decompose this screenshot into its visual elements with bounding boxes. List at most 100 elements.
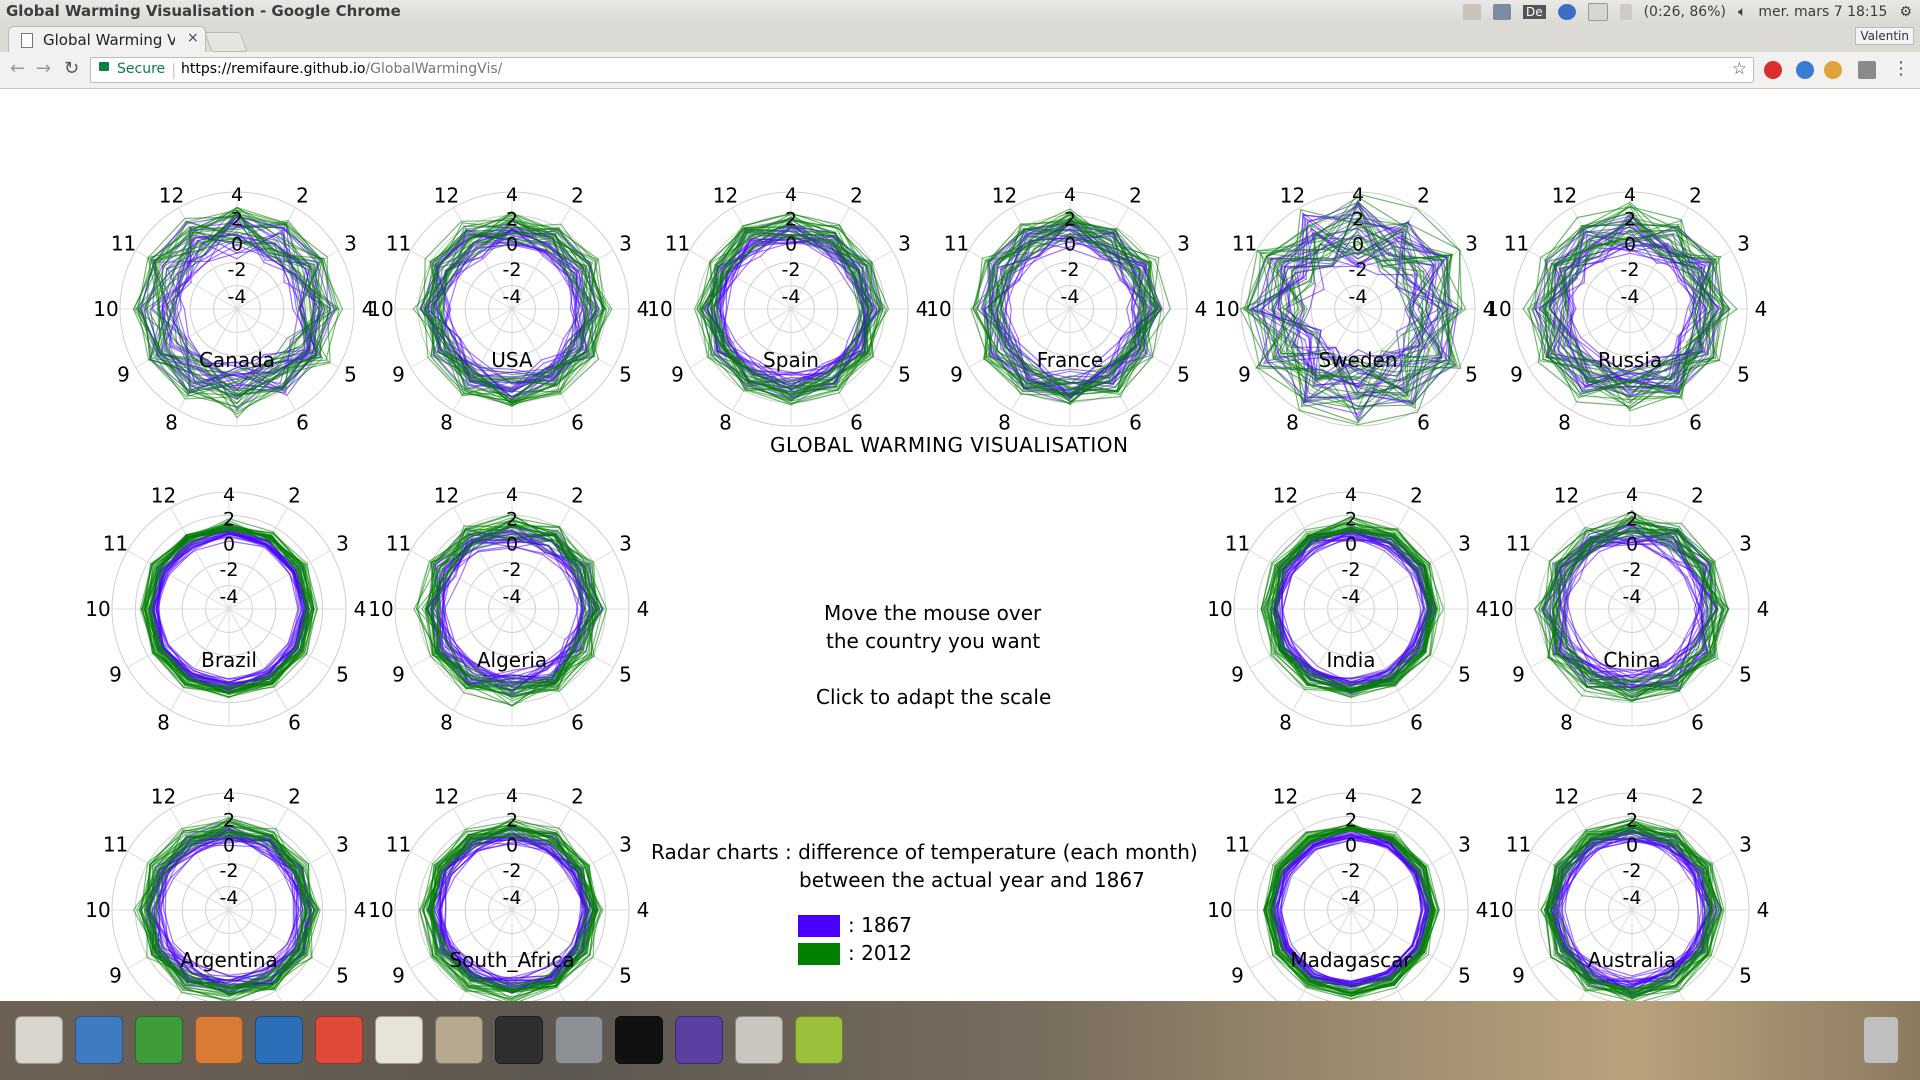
radar-ring-label: -4 — [1349, 286, 1368, 308]
radar-axis-label: 4 — [354, 898, 367, 922]
radar-canada[interactable]: 2345689101112 420-2-4Canada — [93, 184, 374, 435]
radar-ring-label: -2 — [1349, 259, 1368, 281]
radar-south-africa[interactable]: 2345689101112420-2-4South_Africa — [368, 785, 649, 1001]
radar-axis-label: 6 — [1410, 710, 1423, 734]
radar-axis-label: 5 — [344, 363, 357, 387]
radar-ring-label: -2 — [1061, 259, 1080, 281]
cast-icon[interactable] — [1858, 61, 1876, 79]
thunderbird-icon[interactable] — [248, 1009, 310, 1071]
texmaker-icon[interactable] — [668, 1009, 730, 1071]
radar-axis-label: 6 — [1417, 410, 1430, 434]
radar-russia[interactable]: 2345689101112 420-2-4Russia — [1486, 184, 1767, 435]
radar-brazil[interactable]: 2345689101112 420-2-4Brazil — [85, 484, 366, 735]
keyboard-icon[interactable] — [1462, 4, 1481, 20]
radar-axis-label: 3 — [1739, 833, 1752, 857]
back-icon[interactable]: ← — [10, 58, 25, 79]
radar-axis-label: 10 — [1207, 898, 1232, 922]
language-indicator[interactable]: De — [1522, 5, 1546, 19]
window-title: Global Warming Visualisation - Google Ch… — [6, 2, 401, 20]
reload-icon[interactable]: ↻ — [64, 58, 79, 79]
radar-ring-label: 0 — [506, 533, 518, 555]
radar-sweden[interactable]: 2345689101112 420-2-4Sweden — [1214, 184, 1495, 435]
profile-button[interactable]: Valentin — [1855, 27, 1914, 45]
radar-india[interactable]: 2345689101112 420-2-4India — [1207, 484, 1488, 735]
radar-axis-label: 8 — [165, 410, 178, 434]
volume-icon[interactable]: 🔈︎ — [1738, 4, 1746, 20]
libreoffice-draw-icon[interactable] — [188, 1009, 250, 1071]
radar-axis-label: 2 — [1410, 785, 1423, 809]
radar-axis-label: 8 — [1558, 410, 1571, 434]
chrome-menu-icon[interactable]: ⋮ — [1892, 58, 1910, 79]
radar-ring-label: 4 — [1345, 785, 1357, 807]
libreoffice-impress-icon[interactable] — [68, 1009, 130, 1071]
radar-madagascar[interactable]: 2345689101112420-2-4Madagascar — [1207, 785, 1488, 1001]
radar-axis-label: 6 — [571, 410, 584, 434]
radar-axis-label: 11 — [1225, 532, 1250, 556]
radar-china[interactable]: 2345689101112 420-2-4China — [1488, 484, 1769, 735]
radar-ring-label: 4 — [223, 484, 235, 506]
pycharm-icon[interactable] — [608, 1009, 670, 1071]
settings-icon[interactable] — [548, 1009, 610, 1071]
radar-axis-label: 8 — [157, 710, 170, 734]
settings-gear-icon[interactable]: ⚙︎ — [1899, 4, 1912, 20]
files-icon[interactable] — [428, 1009, 490, 1071]
radar-axis-label: 9 — [1512, 663, 1525, 687]
radar-axis-label: 8 — [440, 710, 453, 734]
radar-argentina[interactable]: 2345689101112420-2-4Argentina — [85, 785, 366, 1001]
radar-ring-label: 0 — [1345, 834, 1357, 856]
close-tab-icon[interactable]: × — [187, 30, 199, 46]
radar-axis-label: 2 — [850, 184, 863, 208]
instruction-line1: Move the mouse over — [824, 601, 1042, 625]
adblock-icon[interactable] — [1764, 61, 1782, 79]
radar-axis-label: 10 — [368, 898, 393, 922]
tab-global-warming[interactable]: Global Warming Vis × — [8, 26, 206, 53]
extension-icon[interactable] — [1824, 61, 1842, 79]
image-viewer-icon[interactable] — [788, 1009, 850, 1071]
address-bar[interactable]: Secure | https://remifaure.github.io/Glo… — [90, 57, 1754, 83]
url-text[interactable]: https://remifaure.github.io/GlobalWarmin… — [181, 61, 502, 77]
bookmark-star-icon[interactable]: ☆ — [1732, 59, 1747, 79]
extension-badge-icon[interactable] — [1796, 61, 1814, 79]
battery-status[interactable]: (0:26, 86%) — [1644, 4, 1726, 20]
new-tab-button[interactable] — [204, 32, 248, 52]
terminal-icon[interactable] — [488, 1009, 550, 1071]
radar-axis-label: 5 — [619, 363, 632, 387]
radar-ring-label: -2 — [1623, 559, 1642, 581]
forward-icon[interactable]: → — [36, 58, 51, 79]
radar-ring-label: 2 — [506, 810, 518, 832]
secure-label: Secure — [117, 61, 166, 77]
radar-axis-label: 5 — [1458, 964, 1471, 988]
url-separator: | — [171, 60, 177, 79]
radar-ring-label: -2 — [503, 559, 522, 581]
radar-ring-label: 4 — [506, 785, 518, 807]
battery-icon[interactable] — [1619, 4, 1632, 20]
country-label: Madagascar — [1290, 948, 1412, 972]
ubuntu-dash-icon[interactable] — [8, 1009, 70, 1071]
search-tool-icon[interactable] — [1492, 4, 1511, 20]
radar-axis-label: 3 — [1177, 232, 1190, 256]
radar-spain[interactable]: 2345689101112 420-2-4Spain — [647, 184, 928, 435]
radar-france[interactable]: 2345689101112 420-2-4France — [926, 184, 1207, 435]
legend-label-2012: : 2012 — [848, 941, 912, 965]
mail-icon[interactable] — [1587, 3, 1608, 21]
radar-algeria[interactable]: 2345689101112 420-2-4Algeria — [368, 484, 649, 735]
text-editor-icon[interactable] — [368, 1009, 430, 1071]
radar-ring-label: 2 — [785, 209, 797, 231]
chrome-icon[interactable] — [308, 1009, 370, 1071]
radar-ring-label: -2 — [220, 860, 239, 882]
archive-icon[interactable] — [728, 1009, 790, 1071]
country-label: USA — [491, 348, 533, 372]
radar-ring-label: -2 — [1621, 259, 1640, 281]
radar-ring-label: 4 — [1624, 184, 1636, 206]
radar-axis-label: 5 — [898, 363, 911, 387]
skype-icon[interactable] — [1557, 4, 1576, 20]
libreoffice-calc-icon[interactable] — [128, 1009, 190, 1071]
radar-axis-label: 11 — [1225, 833, 1250, 857]
radar-axis-label: 10 — [1488, 898, 1513, 922]
radar-australia[interactable]: 2345689101112420-2-4Australia — [1488, 785, 1769, 1001]
clock[interactable]: mer. mars 7 18:15 — [1758, 4, 1887, 20]
trash-icon[interactable] — [1850, 1009, 1912, 1071]
radar-usa[interactable]: 2345689101112 420-2-4USA — [368, 184, 649, 435]
browser-toolbar: ← → ↻ Secure | https://remifaure.github.… — [0, 52, 1920, 89]
radar-charts[interactable]: 2345689101112 420-2-4Canada 2345689101112 4… — [0, 89, 1920, 1001]
